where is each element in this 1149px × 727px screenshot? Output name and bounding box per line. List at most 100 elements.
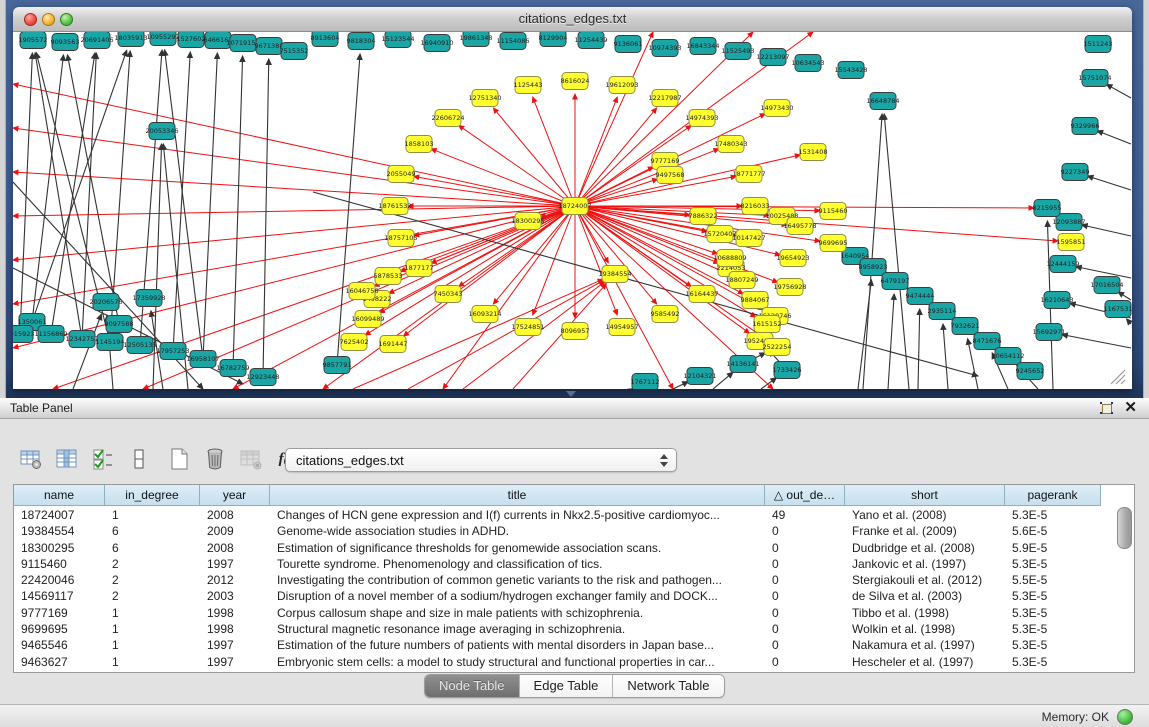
graph-node[interactable]: 9097588 bbox=[105, 316, 134, 333]
network-window-titlebar[interactable]: citations_edges.txt bbox=[13, 7, 1132, 32]
graph-node[interactable]: 16940910 bbox=[420, 35, 453, 52]
new-table-icon[interactable] bbox=[164, 445, 194, 473]
graph-node[interactable]: 9136061 bbox=[614, 36, 643, 53]
graph-node[interactable]: 6479197 bbox=[881, 273, 910, 290]
graph-node[interactable]: 1905572 bbox=[19, 32, 48, 49]
graph-node[interactable]: 8616024 bbox=[561, 73, 590, 90]
graph-node[interactable]: 9857791 bbox=[323, 357, 352, 374]
graph-node[interactable]: 8471676 bbox=[973, 333, 1002, 350]
import-table-icon[interactable] bbox=[236, 445, 266, 473]
close-panel-icon[interactable]: ✕ bbox=[1124, 399, 1137, 417]
graph-node[interactable]: 20206576 bbox=[89, 294, 122, 311]
graph-node[interactable]: 12213097 bbox=[756, 49, 789, 66]
graph-node[interactable]: 16843344 bbox=[686, 38, 719, 55]
table-column-icon[interactable] bbox=[52, 445, 82, 473]
graph-node[interactable]: 10974393 bbox=[648, 40, 681, 57]
graph-node[interactable]: 1615152 bbox=[753, 316, 782, 333]
column-header-in_degree[interactable]: in_degree bbox=[105, 485, 200, 506]
table-row[interactable]: 946554611997Estimation of the future num… bbox=[14, 637, 1101, 653]
graph-node[interactable]: 14973430 bbox=[760, 100, 793, 117]
graph-node[interactable]: 9329966 bbox=[1071, 118, 1100, 135]
graph-node[interactable]: 16782759 bbox=[216, 360, 249, 377]
table-row[interactable]: 911546021997Tourette syndrome. Phenomeno… bbox=[14, 556, 1101, 572]
graph-node[interactable]: 1691447 bbox=[379, 336, 408, 353]
network-canvas[interactable]: 1905572909356320691406180359131095529715… bbox=[13, 32, 1132, 389]
graph-node[interactable]: 9115460 bbox=[819, 203, 848, 220]
graph-node[interactable]: 15751074 bbox=[1078, 70, 1111, 87]
table-row[interactable]: 1938455462009Genome-wide association stu… bbox=[14, 523, 1101, 539]
graph-node[interactable]: 7450343 bbox=[434, 286, 463, 303]
table-row[interactable]: 1456911722003Disruption of a novel membe… bbox=[14, 588, 1101, 604]
graph-node[interactable]: 14974393 bbox=[685, 110, 718, 127]
graph-node[interactable]: 1511243 bbox=[1084, 36, 1113, 53]
column-header-short[interactable]: short bbox=[845, 485, 1005, 506]
graph-node[interactable]: 1125443 bbox=[514, 77, 543, 94]
graph-node[interactable]: 15692971 bbox=[1032, 324, 1065, 341]
graph-node[interactable]: 18035913 bbox=[114, 32, 147, 47]
graph-node[interactable]: 10147427 bbox=[732, 230, 765, 247]
graph-node[interactable]: 1595851 bbox=[1057, 234, 1086, 251]
table-row[interactable]: 2242004622012Investigating the contribut… bbox=[14, 572, 1101, 588]
graph-node[interactable]: 12923448 bbox=[246, 369, 279, 386]
graph-node[interactable]: 7625402 bbox=[340, 334, 369, 351]
graph-node[interactable]: 12751340 bbox=[468, 90, 501, 107]
network-svg[interactable]: 1905572909356320691406180359131095529715… bbox=[13, 32, 1132, 389]
graph-node[interactable]: 17359928 bbox=[132, 290, 165, 307]
graph-node[interactable]: 10955297 bbox=[146, 32, 179, 46]
graph-node[interactable]: 19654923 bbox=[776, 250, 809, 267]
graph-node[interactable]: 5878533 bbox=[374, 268, 403, 285]
graph-node[interactable]: 16210643 bbox=[1040, 292, 1073, 309]
graph-node[interactable]: 16164437 bbox=[685, 286, 718, 303]
table-row[interactable]: 1872400712008Changes of HCN gene express… bbox=[14, 507, 1101, 523]
graph-node[interactable]: 9818304 bbox=[347, 33, 376, 50]
graph-node[interactable]: 10654112 bbox=[991, 348, 1024, 365]
graph-node[interactable]: 16495778 bbox=[783, 218, 816, 235]
graph-node[interactable]: 15720407 bbox=[703, 226, 736, 243]
graph-node[interactable]: 15123544 bbox=[381, 32, 414, 48]
graph-node[interactable]: 8215955 bbox=[1033, 200, 1062, 217]
graph-node[interactable]: 9497568 bbox=[656, 167, 685, 184]
graph-node[interactable]: 17524851 bbox=[511, 319, 544, 336]
column-header-name[interactable]: name bbox=[14, 485, 105, 506]
memory-status-icon[interactable] bbox=[1117, 709, 1133, 725]
graph-node[interactable]: 11254439 bbox=[574, 32, 607, 49]
graph-node[interactable]: 7932621 bbox=[951, 318, 980, 335]
graph-node[interactable]: 19861348 bbox=[459, 32, 492, 47]
select-columns-icon[interactable] bbox=[88, 445, 118, 473]
graph-node[interactable]: 11154086 bbox=[496, 33, 529, 50]
graph-node[interactable]: 17957253 bbox=[156, 343, 189, 360]
graph-node[interactable]: 3915923 bbox=[13, 326, 34, 343]
table-row[interactable]: 1830029562008Estimation of significance … bbox=[14, 540, 1101, 556]
graph-node[interactable]: 1527602 bbox=[177, 32, 206, 48]
float-panel-icon[interactable] bbox=[1100, 402, 1113, 414]
graph-node[interactable]: 20691406 bbox=[80, 32, 113, 49]
column-header-year[interactable]: year bbox=[200, 485, 270, 506]
graph-node[interactable]: 12104321 bbox=[683, 368, 716, 385]
graph-node[interactable]: 2522254 bbox=[763, 339, 792, 356]
graph-node[interactable]: 18807249 bbox=[725, 272, 758, 289]
graph-node[interactable]: 1167531 bbox=[1104, 301, 1132, 318]
graph-node[interactable]: 14954957 bbox=[605, 319, 638, 336]
graph-node[interactable]: 12342757 bbox=[65, 331, 98, 348]
graph-node[interactable]: 11156869 bbox=[34, 326, 67, 343]
table-row[interactable]: 977716911998Corpus callosum shape and si… bbox=[14, 605, 1101, 621]
graph-node[interactable]: 19612093 bbox=[605, 77, 638, 94]
graph-node[interactable]: 18761532 bbox=[378, 198, 411, 215]
graph-node[interactable]: 1767112 bbox=[631, 374, 660, 390]
graph-node[interactable]: 2055049 bbox=[387, 166, 416, 183]
table-settings-icon[interactable] bbox=[16, 445, 46, 473]
row-height-icon[interactable] bbox=[124, 445, 154, 473]
panel-splitter-handle[interactable] bbox=[566, 391, 576, 397]
graph-node[interactable]: 9585492 bbox=[651, 306, 680, 323]
graph-node[interactable]: 16958107 bbox=[186, 351, 219, 368]
graph-node[interactable]: 20053346 bbox=[145, 123, 178, 140]
delete-table-icon[interactable] bbox=[200, 445, 230, 473]
graph-node[interactable]: 1877177 bbox=[405, 260, 434, 277]
graph-node[interactable]: 12217987 bbox=[648, 90, 681, 107]
graph-node[interactable]: 10688809 bbox=[713, 250, 746, 267]
tab-network-table[interactable]: Network Table bbox=[613, 675, 723, 697]
graph-node[interactable]: 9474444 bbox=[906, 288, 935, 305]
graph-node[interactable]: 11525493 bbox=[721, 43, 754, 60]
graph-node[interactable]: 9227349 bbox=[1061, 164, 1090, 181]
graph-node[interactable]: 9245652 bbox=[1016, 363, 1045, 380]
